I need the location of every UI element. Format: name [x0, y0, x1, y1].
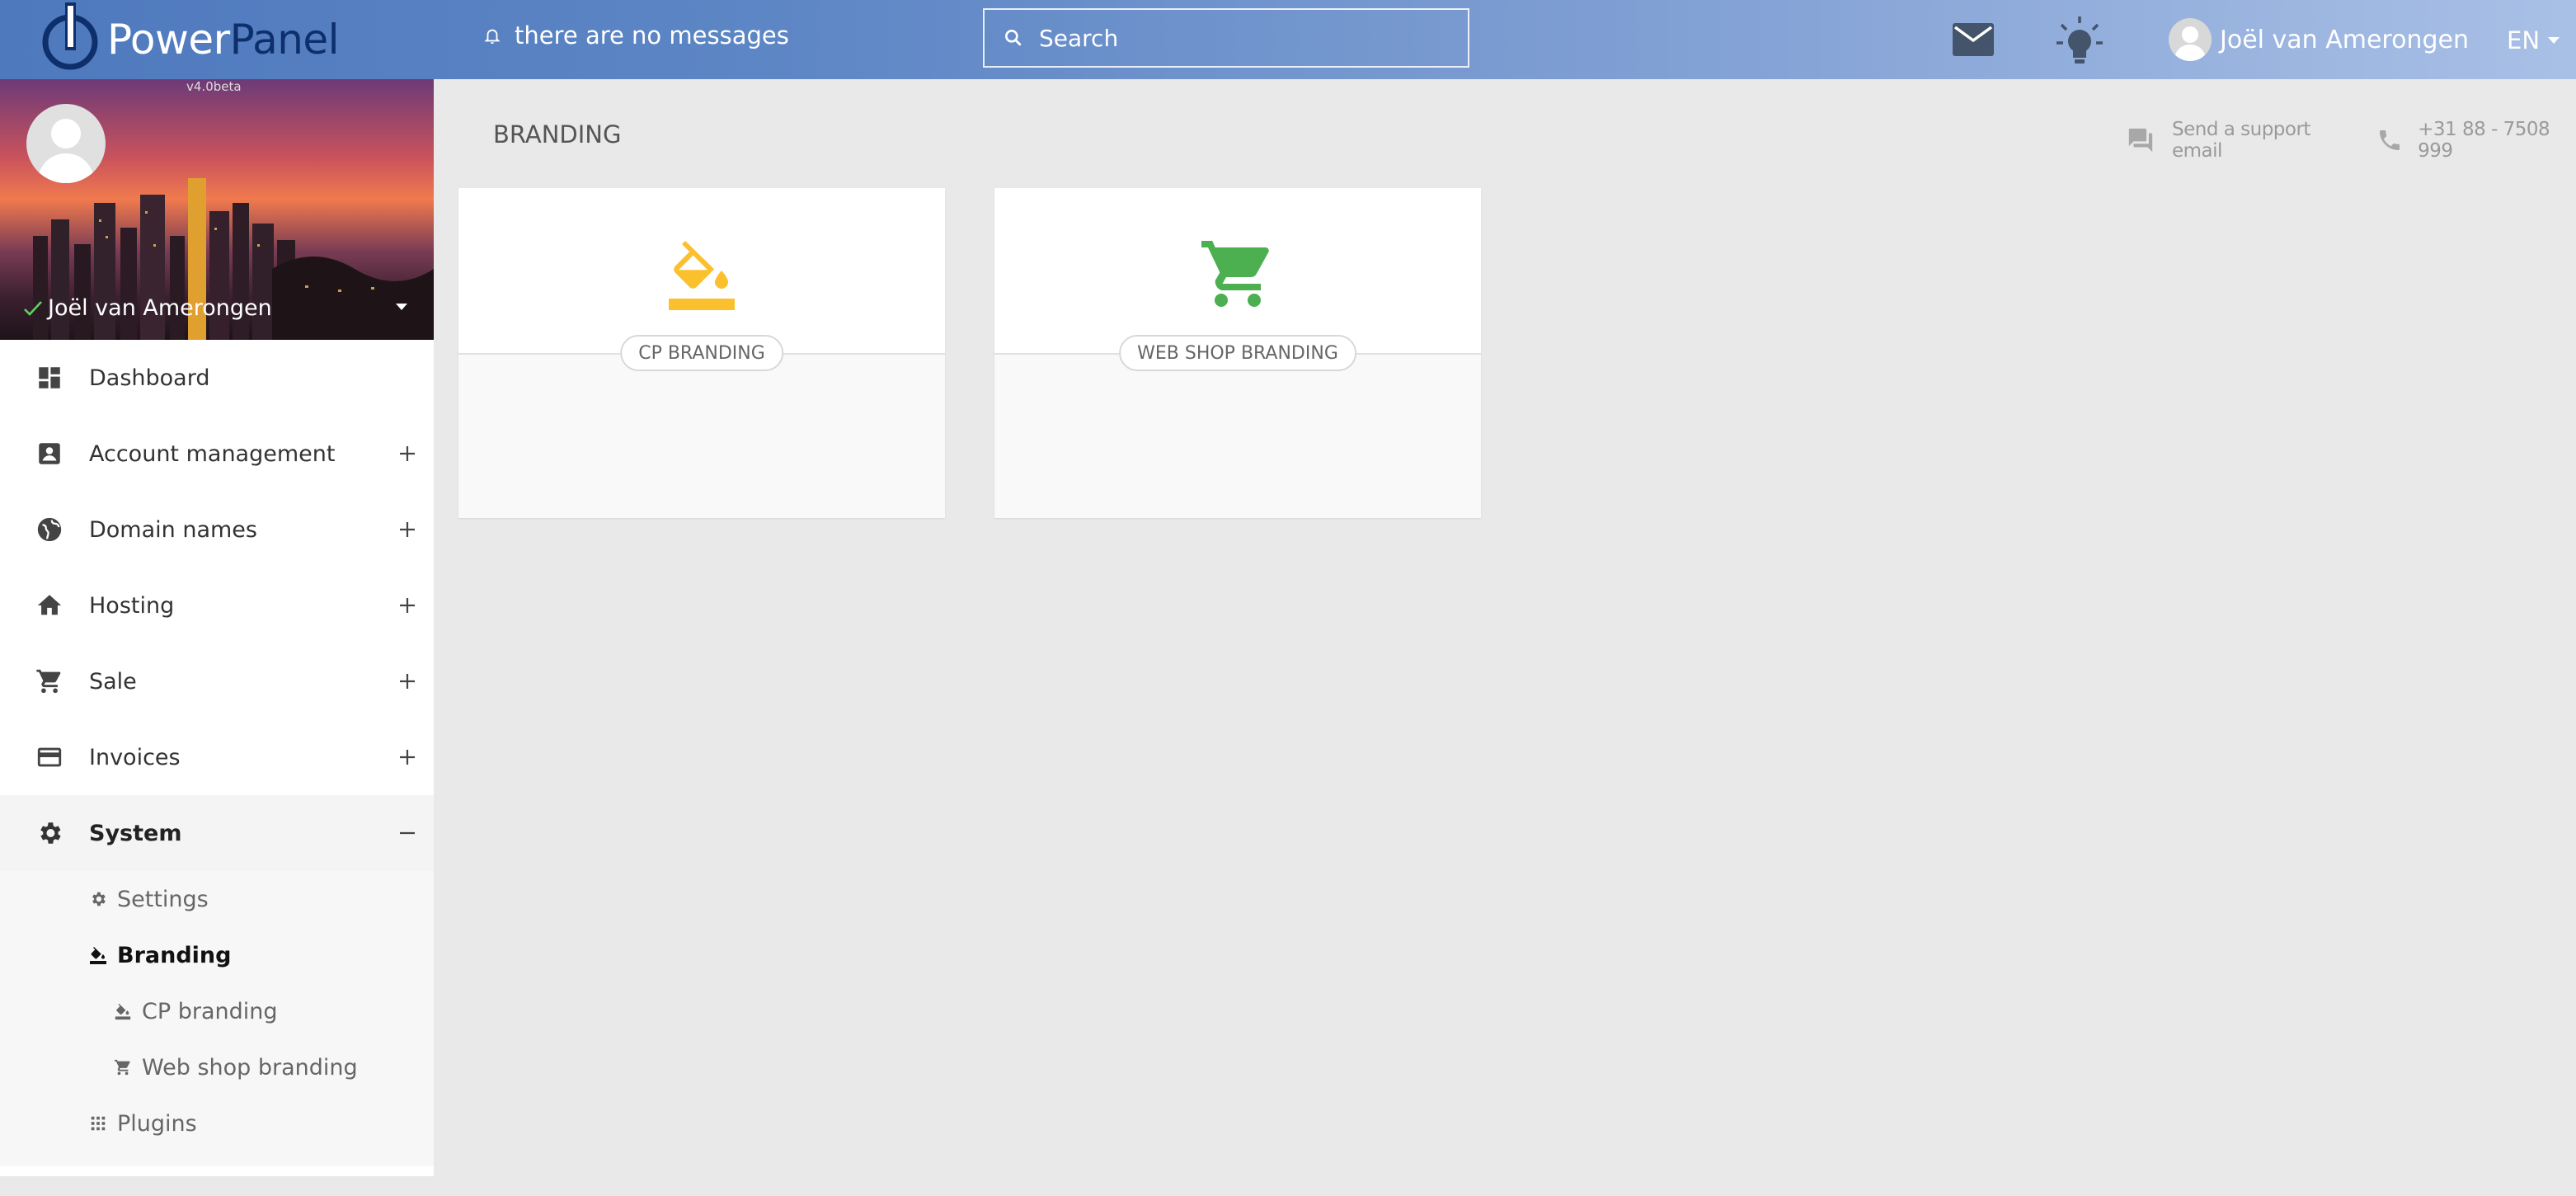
profile-name-text: Joël van Amerongen: [48, 295, 272, 321]
cart-icon: [33, 665, 66, 698]
notifications[interactable]: there are no messages: [483, 21, 789, 49]
bell-icon: [483, 26, 501, 45]
sidebar-item-label: Invoices: [89, 744, 181, 770]
sidebar-subitem-label: Web shop branding: [142, 1054, 358, 1081]
sidebar-item-account-management[interactable]: Account management: [0, 416, 434, 492]
support-phone[interactable]: +31 88 - 7508 999: [2418, 119, 2576, 162]
chat-icon: [2126, 126, 2155, 154]
sidebar-subitem-label: CP branding: [142, 998, 278, 1024]
system-submenu: Settings Branding CP branding Web shop b…: [0, 871, 434, 1166]
sidebar-item-sale[interactable]: Sale: [0, 643, 434, 719]
search-input[interactable]: [1037, 23, 1436, 53]
sidebar-subitem-cp-branding[interactable]: CP branding: [0, 983, 434, 1039]
expand-plus-icon[interactable]: [394, 440, 421, 467]
sidebar-subitem-branding[interactable]: Branding: [0, 927, 434, 983]
cart-icon: [1198, 234, 1277, 313]
support-links: Send a support email +31 88 - 7508 999: [2126, 119, 2576, 162]
sidebar-subitem-label: Settings: [117, 886, 209, 912]
sidebar-subitem-label: Plugins: [117, 1110, 197, 1137]
expand-plus-icon[interactable]: [394, 592, 421, 619]
sidebar-item-hosting[interactable]: Hosting: [0, 567, 434, 643]
mail-button[interactable]: [1953, 23, 1994, 56]
caret-down-icon: [2548, 37, 2560, 44]
home-icon: [33, 589, 66, 622]
cart-icon: [112, 1057, 134, 1078]
cp-branding-card[interactable]: CP BRANDING: [458, 188, 945, 518]
avatar-icon: [2169, 18, 2212, 61]
logo-icon: [42, 2, 98, 70]
account-box-icon: [33, 437, 66, 470]
globe-icon: [33, 513, 66, 546]
search-icon: [1003, 27, 1024, 49]
paint-bucket-icon: [112, 1001, 134, 1022]
messages-text: there are no messages: [515, 21, 789, 49]
dashboard-icon: [33, 361, 66, 394]
sidebar-item-invoices[interactable]: Invoices: [0, 719, 434, 795]
user-name: Joël van Amerongen: [2220, 25, 2469, 54]
paint-bucket-icon: [662, 234, 741, 313]
sidebar-item-label: Dashboard: [89, 365, 210, 391]
user-menu[interactable]: Joël van Amerongen: [2169, 18, 2469, 61]
page-title: BRANDING: [493, 120, 622, 148]
search-box[interactable]: [983, 8, 1469, 68]
sidebar-item-domain-names[interactable]: Domain names: [0, 492, 434, 567]
sidebar-item-system[interactable]: System: [0, 795, 434, 871]
card-label[interactable]: WEB SHOP BRANDING: [1119, 335, 1356, 371]
logo[interactable]: PowerPanel: [41, 0, 340, 79]
sidebar: v4.0beta Joël van Amerongen Dashboard Ac…: [0, 79, 434, 1176]
sidebar-subitem-settings[interactable]: Settings: [0, 871, 434, 927]
sidebar-subitem-label: Branding: [117, 942, 232, 968]
gear-icon: [87, 888, 109, 910]
phone-icon: [2376, 127, 2403, 153]
sidebar-item-dashboard[interactable]: Dashboard: [0, 340, 434, 416]
sidebar-item-label: Domain names: [89, 516, 257, 543]
expand-plus-icon[interactable]: [394, 668, 421, 695]
version-label: v4.0beta: [186, 79, 242, 94]
profile-avatar[interactable]: [26, 104, 106, 183]
collapse-minus-icon[interactable]: [394, 820, 421, 846]
sidebar-subitem-web-shop-branding[interactable]: Web shop branding: [0, 1039, 434, 1095]
tips-button[interactable]: [2057, 16, 2103, 66]
top-bar: PowerPanel there are no messages Search …: [0, 0, 2576, 79]
gear-icon: [33, 817, 66, 850]
web-shop-branding-card[interactable]: WEB SHOP BRANDING: [994, 188, 1481, 518]
support-email-link[interactable]: Send a support email: [2172, 119, 2350, 162]
card-label[interactable]: CP BRANDING: [620, 335, 783, 371]
expand-plus-icon[interactable]: [394, 516, 421, 543]
sidebar-item-label: Sale: [89, 668, 137, 695]
sidebar-item-label: System: [89, 820, 182, 846]
language-label: EN: [2507, 26, 2541, 54]
avatar-icon: [36, 119, 96, 183]
paint-bucket-icon: [87, 944, 109, 966]
sidebar-item-label: Account management: [89, 440, 336, 467]
mail-icon: [1953, 23, 1994, 56]
sidebar-item-label: Hosting: [89, 592, 175, 619]
sidebar-subitem-plugins[interactable]: Plugins: [0, 1095, 434, 1151]
credit-card-icon: [33, 741, 66, 774]
expand-plus-icon[interactable]: [394, 744, 421, 770]
lightbulb-icon: [2057, 16, 2103, 66]
grid-icon: [87, 1113, 109, 1134]
language-selector[interactable]: EN: [2507, 26, 2560, 54]
logo-text: PowerPanel: [107, 16, 340, 64]
check-icon: [23, 299, 43, 318]
profile-dropdown-icon[interactable]: [396, 304, 407, 310]
profile-panel: v4.0beta Joël van Amerongen: [0, 79, 434, 340]
profile-name[interactable]: Joël van Amerongen: [23, 295, 272, 321]
